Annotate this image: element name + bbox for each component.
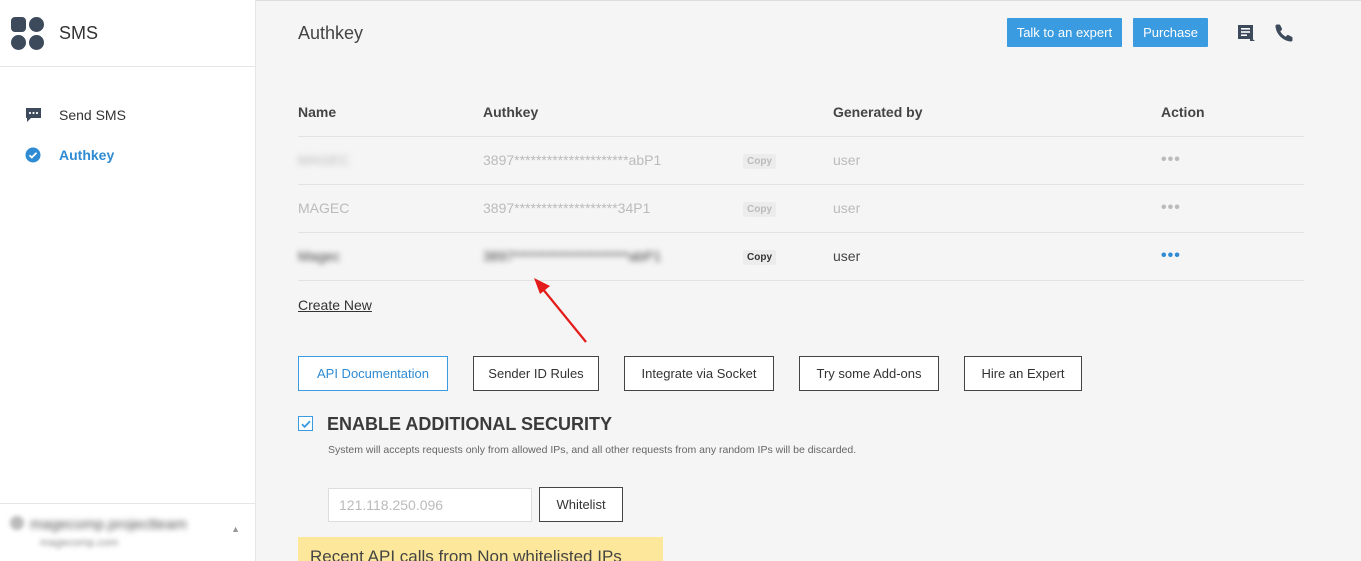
- hire-expert-button[interactable]: Hire an Expert: [964, 356, 1082, 391]
- authkey-table: Name Authkey Generated by Action MAGEC 3…: [298, 88, 1304, 281]
- recent-api-calls-banner: Recent API calls from Non whitelisted IP…: [298, 537, 663, 561]
- row-authkey: 3897*********************abP1: [483, 136, 743, 185]
- row-generated-by: user: [833, 136, 1161, 185]
- column-header-name: Name: [298, 88, 483, 137]
- sidebar-nav: Send SMS Authkey: [0, 67, 255, 175]
- caret-up-icon[interactable]: ▲: [231, 524, 240, 534]
- table-row: MAGEC 3897*********************abP1 Copy…: [298, 136, 1304, 185]
- more-options-icon[interactable]: •••: [1161, 199, 1181, 216]
- security-description: System will accepts requests only from a…: [328, 444, 857, 456]
- notes-icon[interactable]: [1235, 22, 1257, 44]
- table-row: Magec 3897*********************abP1 Copy…: [298, 232, 1304, 281]
- annotation-arrow-icon: [534, 278, 587, 343]
- sidebar-item-authkey[interactable]: Authkey: [0, 135, 255, 175]
- main-content: Authkey Talk to an expert Purchase Name …: [256, 0, 1361, 561]
- table-row: MAGEC 3897*******************34P1 Copy u…: [298, 184, 1304, 233]
- more-options-icon[interactable]: •••: [1161, 247, 1181, 264]
- integrate-via-socket-button[interactable]: Integrate via Socket: [624, 356, 774, 391]
- row-action: •••: [1161, 184, 1304, 233]
- brand-header: SMS: [0, 0, 255, 67]
- user-subtitle: magecomp.com: [40, 537, 119, 549]
- sidebar-item-send-sms[interactable]: Send SMS: [0, 95, 255, 135]
- sender-id-rules-button[interactable]: Sender ID Rules: [473, 356, 599, 391]
- row-action: •••: [1161, 232, 1304, 281]
- phone-icon[interactable]: [1273, 22, 1295, 44]
- more-options-icon[interactable]: •••: [1161, 151, 1181, 168]
- chat-icon: [24, 106, 42, 124]
- row-authkey: 3897*********************abP1: [483, 232, 743, 281]
- sidebar-item-label: Send SMS: [59, 107, 126, 123]
- create-new-link[interactable]: Create New: [298, 297, 372, 313]
- row-name: MAGEC: [298, 136, 483, 185]
- row-action: •••: [1161, 136, 1304, 185]
- row-name: Magec: [298, 232, 483, 281]
- security-title: ENABLE ADDITIONAL SECURITY: [327, 414, 613, 434]
- column-header-copy: [743, 88, 833, 137]
- row-generated-by: user: [833, 232, 1161, 281]
- column-header-action: Action: [1161, 88, 1304, 137]
- enable-security-checkbox[interactable]: [298, 416, 313, 431]
- row-generated-by: user: [833, 184, 1161, 233]
- column-header-authkey: Authkey: [483, 88, 743, 137]
- app-logo-icon: [11, 16, 44, 50]
- column-header-generated-by: Generated by: [833, 88, 1161, 137]
- row-copy: Copy: [743, 136, 833, 185]
- row-copy: Copy: [743, 184, 833, 233]
- brand-name: SMS: [59, 22, 99, 43]
- row-authkey: 3897*******************34P1: [483, 184, 743, 233]
- ip-address-input[interactable]: [328, 488, 532, 522]
- sidebar-item-label: Authkey: [59, 147, 115, 163]
- copy-button[interactable]: Copy: [743, 154, 776, 169]
- try-addons-button[interactable]: Try some Add-ons: [799, 356, 939, 391]
- user-menu[interactable]: magecomp.projectteam magecomp.com ▲: [0, 503, 256, 561]
- copy-button[interactable]: Copy: [743, 202, 776, 217]
- check-badge-icon: [24, 146, 42, 164]
- row-copy: Copy: [743, 232, 833, 281]
- check-icon: [300, 420, 311, 428]
- user-name: magecomp.projectteam: [30, 516, 187, 533]
- api-documentation-button[interactable]: API Documentation: [298, 356, 448, 391]
- table-header-row: Name Authkey Generated by Action: [298, 88, 1304, 137]
- row-name: MAGEC: [298, 184, 483, 233]
- top-actions: Talk to an expert Purchase: [1006, 18, 1295, 47]
- copy-button[interactable]: Copy: [743, 250, 776, 265]
- action-buttons: API Documentation Sender ID Rules Integr…: [298, 356, 1107, 391]
- purchase-button[interactable]: Purchase: [1133, 18, 1208, 47]
- whitelist-button[interactable]: Whitelist: [539, 487, 623, 522]
- sidebar: SMS Send SMS Authkey magecomp.projecttea…: [0, 0, 256, 561]
- avatar: [10, 516, 24, 530]
- page-title: Authkey: [298, 23, 364, 43]
- scrollbar[interactable]: [1355, 0, 1361, 561]
- talk-to-expert-button[interactable]: Talk to an expert: [1006, 18, 1123, 47]
